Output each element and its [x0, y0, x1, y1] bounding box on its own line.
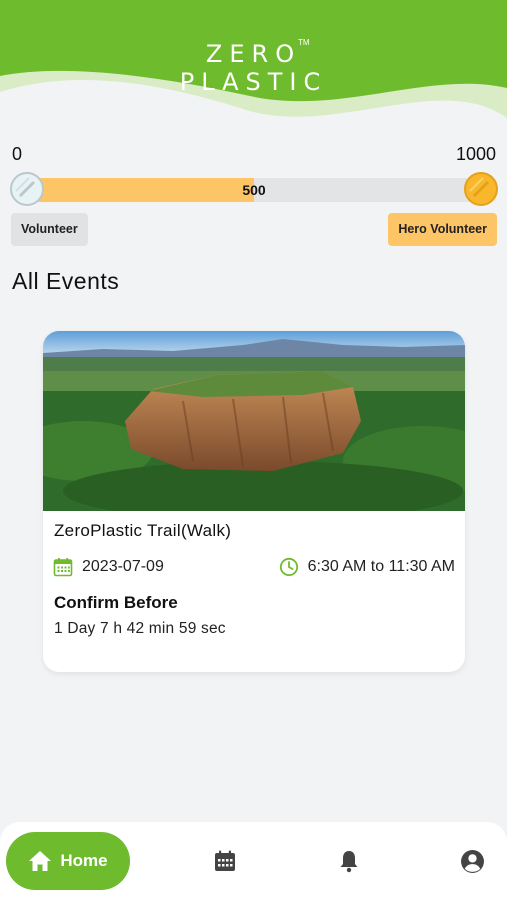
bell-icon[interactable] — [337, 849, 361, 873]
event-card[interactable]: ZeroPlastic Trail(Walk) 2023-07-09 6:30 … — [43, 331, 465, 672]
volunteer-progress: 0 1000 500 Volunteer Hero Volunteer — [10, 140, 498, 250]
zero-plastic-logo: ZERO PLASTIC TM — [0, 38, 507, 96]
event-date-text: 2023-07-09 — [82, 558, 164, 575]
section-title: All Events — [12, 268, 120, 294]
calendar-icon[interactable] — [213, 849, 237, 873]
nav-home-button[interactable]: Home — [6, 832, 130, 890]
home-icon — [29, 851, 52, 871]
progress-max-label: 1000 — [455, 144, 496, 164]
nav-home-label: Home — [60, 851, 108, 870]
progress-min-label: 0 — [12, 144, 23, 164]
confirm-before-label: Confirm Before — [54, 593, 178, 612]
event-title: ZeroPlastic Trail(Walk) — [54, 521, 232, 540]
volunteer-level-button[interactable]: Volunteer — [11, 213, 88, 246]
hero-volunteer-level-button[interactable]: Hero Volunteer — [388, 213, 497, 246]
confirm-countdown: 1 Day 7 h 42 min 59 sec — [54, 620, 226, 637]
account-icon[interactable] — [460, 849, 485, 874]
calendar-icon — [53, 558, 73, 577]
clock-icon — [279, 557, 298, 577]
event-image — [43, 331, 465, 511]
event-time-text: 6:30 AM to 11:30 AM — [307, 558, 455, 575]
volunteer-badge-icon — [10, 172, 44, 206]
hero-badge-icon — [464, 172, 498, 206]
event-date: 2023-07-09 — [53, 557, 164, 577]
progress-value: 500 — [242, 182, 266, 198]
logo-trademark: TM — [298, 38, 310, 47]
logo-line2: PLASTIC — [179, 68, 328, 96]
logo-line1: ZERO — [205, 40, 302, 68]
event-time: 6:30 AM to 11:30 AM — [279, 557, 455, 577]
bottom-navigation: Home — [0, 822, 507, 900]
app-header: ZERO PLASTIC TM — [0, 0, 507, 140]
